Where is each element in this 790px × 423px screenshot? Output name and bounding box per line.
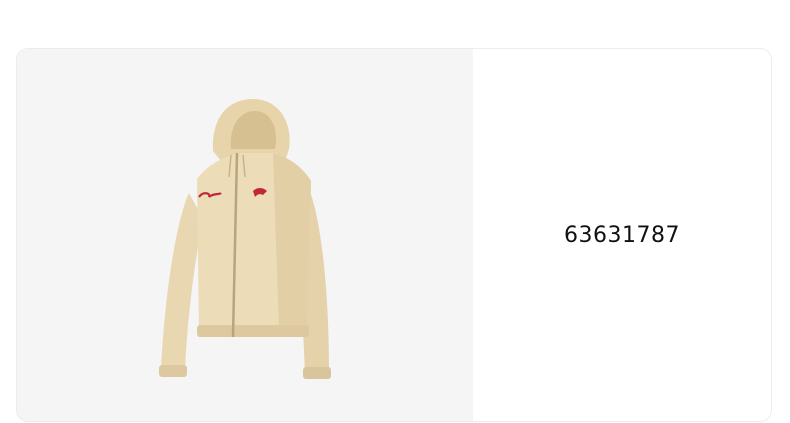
hoodie-illustration xyxy=(159,99,331,379)
product-card[interactable]: 63631787 xyxy=(16,48,772,422)
left-sleeve xyxy=(161,193,203,373)
waistband xyxy=(197,325,309,337)
product-id: 63631787 xyxy=(564,222,680,248)
product-image[interactable] xyxy=(17,49,473,421)
product-info-pane: 63631787 xyxy=(473,49,771,421)
